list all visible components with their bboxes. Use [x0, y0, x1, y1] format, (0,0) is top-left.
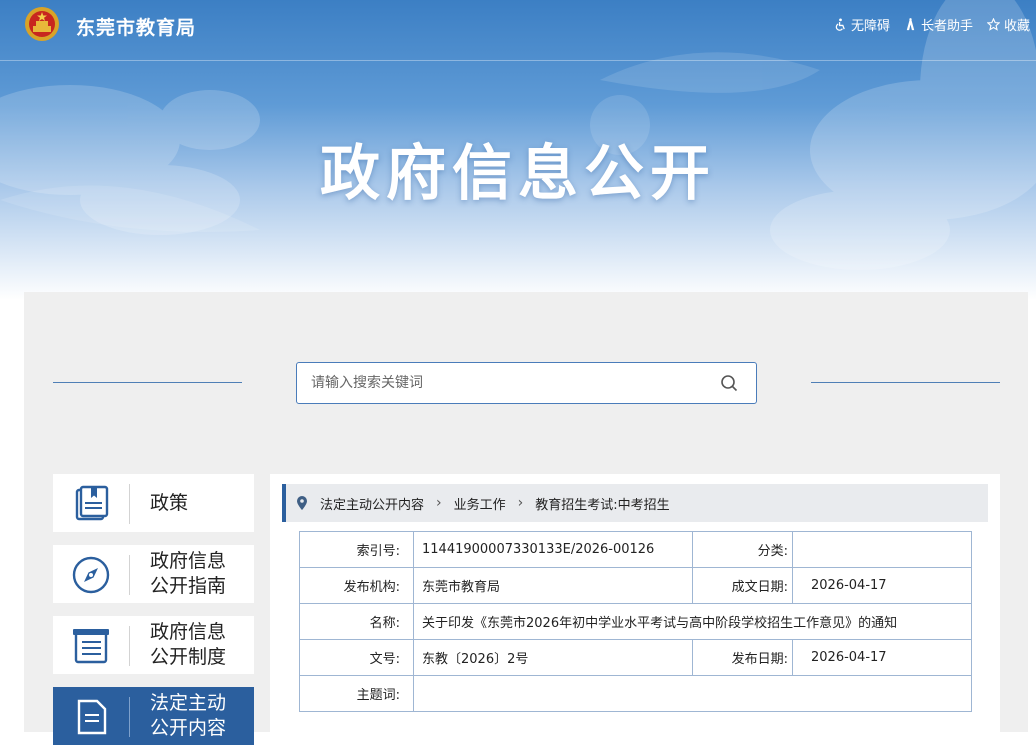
created-date-label: 成文日期: [692, 567, 793, 604]
table-row: 索引号: 11441900007330133E/2026-00126 分类: [299, 531, 972, 568]
favorite-link[interactable]: 收藏 [986, 15, 1030, 34]
national-emblem-icon [25, 7, 59, 41]
banner-title: 政府信息公开 [320, 139, 716, 209]
index-label: 索引号: [299, 531, 414, 568]
content-panel: 法定主动公开内容 › 业务工作 › 教育招生考试:中考招生 索引号: 11441… [270, 474, 1000, 734]
category-value [792, 531, 972, 568]
top-bar: 东莞市教育局 无障碍 长者助手 收藏 [0, 0, 1036, 61]
nav-label-disclosure-guide: 政府信息 公开指南 [150, 550, 227, 597]
chevron-right-icon: › [436, 495, 442, 511]
location-pin-icon [297, 496, 307, 510]
index-value: 11441900007330133E/2026-00126 [413, 531, 693, 568]
doc-number-value: 东教〔2026〕2号 [413, 639, 693, 676]
search-box [296, 362, 757, 404]
nav-label-disclosure-system: 政府信息 公开制度 [150, 621, 227, 668]
nav-label-statutory-disclosure: 法定主动 公开内容 [150, 692, 227, 739]
search-icon[interactable] [720, 374, 738, 392]
nav-item-statutory-disclosure[interactable]: 法定主动 公开内容 [53, 687, 254, 745]
nav-divider [129, 697, 130, 737]
elder-assist-link[interactable]: 长者助手 [904, 15, 973, 34]
publisher-label: 发布机构: [299, 567, 414, 604]
table-row: 主题词: [299, 675, 972, 712]
chevron-right-icon: › [517, 495, 524, 511]
name-label: 名称: [299, 603, 414, 640]
created-date-value: 2026-04-17 [792, 567, 972, 604]
elder-assist-label: 长者助手 [920, 19, 973, 34]
header-banner: 东莞市教育局 无障碍 长者助手 收藏 政府信息公开 [0, 0, 1036, 300]
nav-item-policy[interactable]: 政策 [53, 474, 254, 532]
table-row: 发布机构: 东莞市教育局 成文日期: 2026-04-17 [299, 567, 972, 604]
breadcrumb: 法定主动公开内容 › 业务工作 › 教育招生考试:中考招生 [282, 484, 988, 522]
document-icon [77, 699, 107, 735]
list-document-icon [73, 629, 109, 664]
publish-date-label: 发布日期: [692, 639, 793, 676]
accessibility-link[interactable]: 无障碍 [834, 15, 890, 34]
nav-divider [129, 484, 130, 524]
site-name[interactable]: 东莞市教育局 [76, 13, 196, 40]
subject-value [413, 675, 972, 712]
main-panel: 政策 政府信息 公开指南 政府信息 公开制度 法定主动 公开内容 [24, 292, 1028, 745]
accessibility-label: 无障碍 [850, 19, 890, 34]
publisher-value: 东莞市教育局 [413, 567, 693, 604]
nav-divider [129, 555, 130, 595]
document-info-table: 索引号: 11441900007330133E/2026-00126 分类: 发… [299, 531, 972, 712]
breadcrumb-item[interactable]: 业务工作 [454, 494, 506, 513]
search-divider-left [53, 382, 242, 383]
breadcrumb-item[interactable]: 法定主动公开内容 [320, 494, 424, 513]
breadcrumb-item[interactable]: 教育招生考试:中考招生 [535, 494, 669, 513]
nav-item-disclosure-guide[interactable]: 政府信息 公开指南 [53, 545, 254, 603]
doc-number-label: 文号: [299, 639, 414, 676]
table-row: 名称: 关于印发《东莞市2026年初中学业水平考试与高中阶段学校招生工作意见》的… [299, 603, 972, 640]
search-input[interactable] [309, 363, 713, 403]
elder-assist-icon [906, 18, 915, 31]
publish-date-value: 2026-04-17 [792, 639, 972, 676]
accessibility-icon [835, 18, 845, 31]
subject-label: 主题词: [299, 675, 414, 712]
nav-item-disclosure-system[interactable]: 政府信息 公开制度 [53, 616, 254, 674]
nav-divider [129, 626, 130, 666]
star-icon [986, 18, 1000, 31]
book-icon [75, 485, 109, 521]
top-links: 无障碍 长者助手 收藏 [834, 15, 1030, 34]
favorite-label: 收藏 [1003, 19, 1030, 34]
name-value: 关于印发《东莞市2026年初中学业水平考试与高中阶段学校招生工作意见》的通知 [413, 603, 972, 640]
nav-label-policy: 政策 [150, 491, 189, 514]
compass-icon [72, 556, 110, 594]
category-label: 分类: [692, 531, 793, 568]
search-divider-right [811, 382, 1000, 383]
table-row: 文号: 东教〔2026〕2号 发布日期: 2026-04-17 [299, 639, 972, 676]
